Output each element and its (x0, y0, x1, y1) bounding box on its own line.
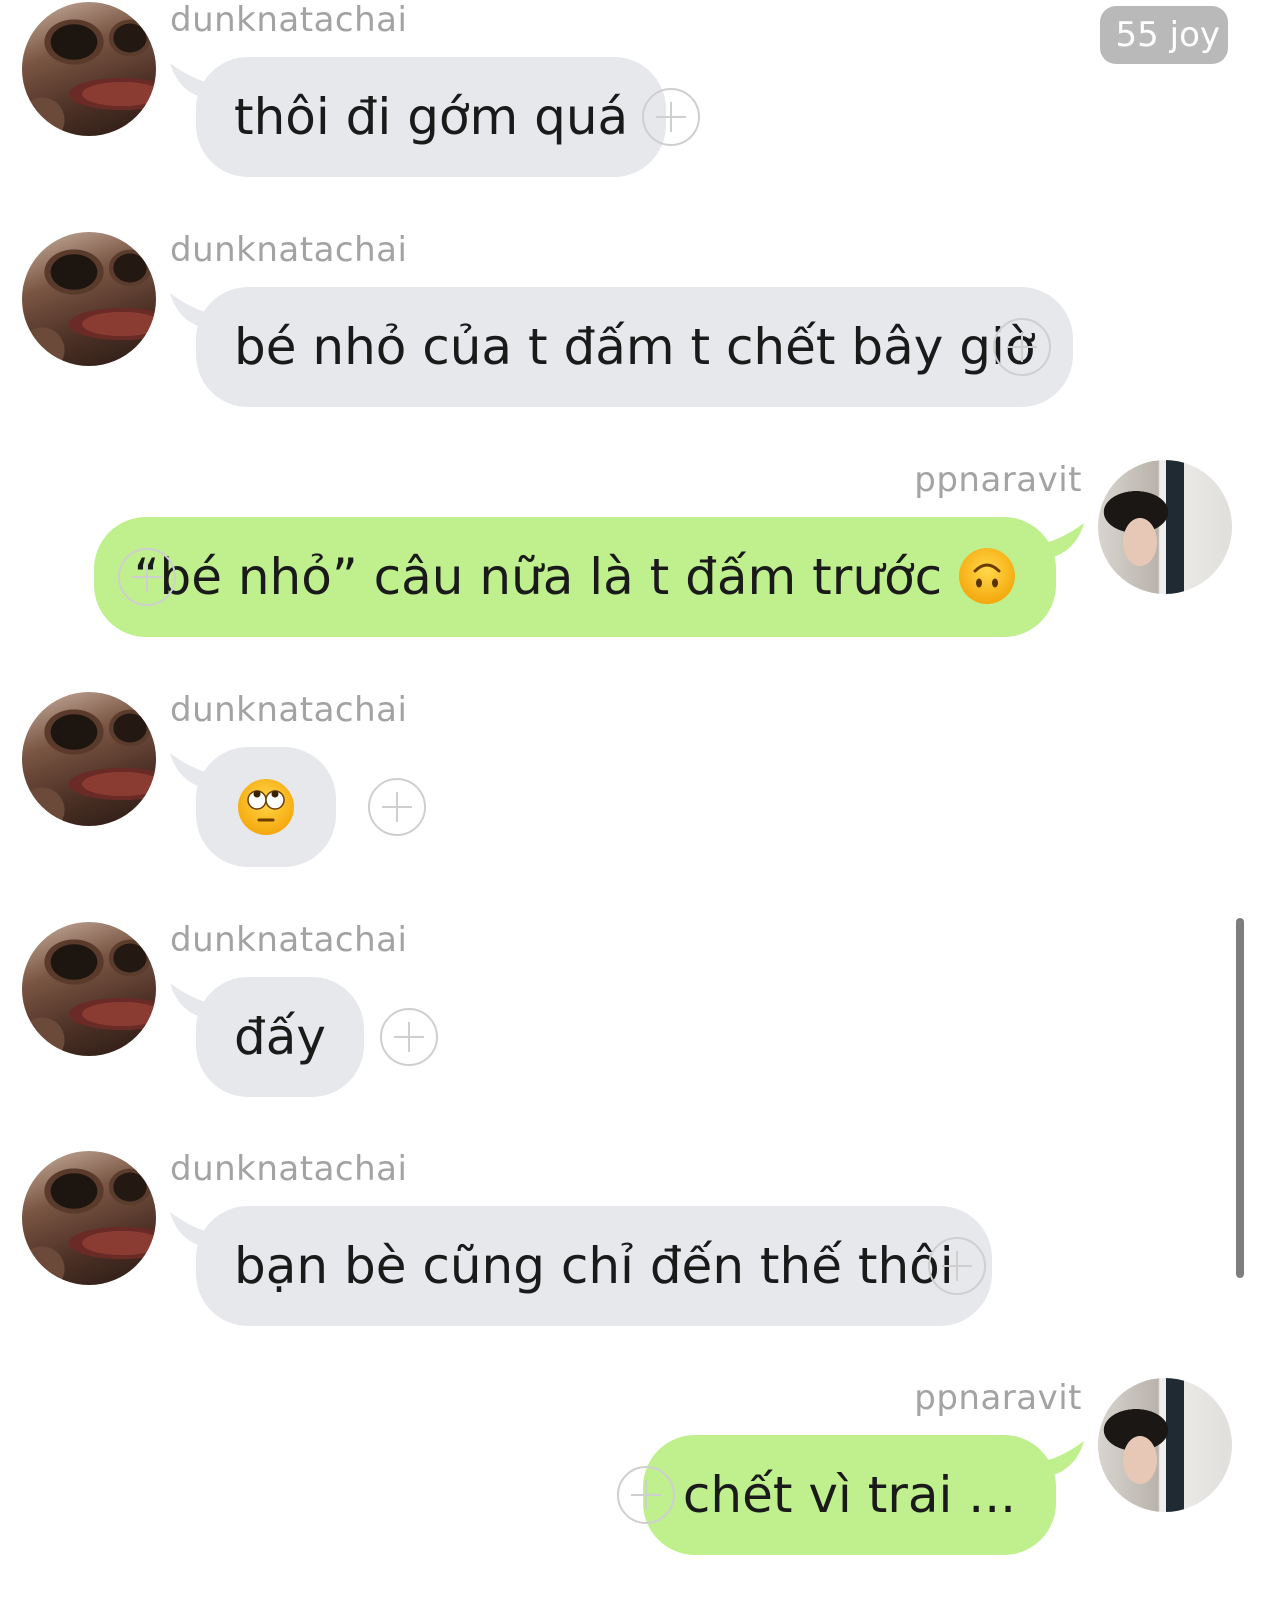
message-text: chết vì trai ... (682, 1466, 1016, 1524)
message-bubble[interactable]: đấy (196, 977, 364, 1097)
add-reaction-button[interactable] (617, 1466, 675, 1524)
eye-roll-face-icon (238, 779, 294, 835)
avatar-dunknatachai[interactable] (22, 1151, 156, 1285)
message-bubble[interactable]: bé nhỏ của t đấm t chết bây giờ (196, 287, 1074, 407)
message-text: bạn bè cũng chỉ đến thế thôi (234, 1237, 954, 1295)
avatar-ppnaravit[interactable] (1098, 1378, 1232, 1512)
avatar-ppnaravit[interactable] (1098, 460, 1232, 594)
scrollbar[interactable] (1236, 918, 1244, 1278)
message-text: “bé nhỏ” câu nữa là t đấm trước (133, 548, 943, 606)
sender-name: dunknatachai (170, 690, 408, 730)
avatar-dunknatachai[interactable] (22, 922, 156, 1056)
upside-down-face-icon (959, 547, 1015, 604)
add-reaction-button[interactable] (368, 778, 426, 836)
message-text: thôi đi gớm quá (234, 88, 629, 146)
sender-name: ppnaravit (914, 1378, 1082, 1418)
sender-name: dunknatachai (170, 920, 408, 960)
message-text: đấy (234, 1008, 326, 1066)
unread-badge[interactable]: 55 joy (1099, 6, 1228, 64)
add-reaction-button[interactable] (928, 1237, 986, 1295)
add-reaction-button[interactable] (118, 548, 176, 606)
avatar-dunknatachai[interactable] (22, 2, 156, 136)
avatar-dunknatachai[interactable] (22, 692, 156, 826)
message-text: bé nhỏ của t đấm t chết bây giờ (234, 318, 1036, 376)
message-bubble[interactable]: thôi đi gớm quá (196, 57, 667, 177)
avatar-dunknatachai[interactable] (22, 232, 156, 366)
add-reaction-button[interactable] (380, 1008, 438, 1066)
sender-name: dunknatachai (170, 1149, 408, 1189)
sender-name: ppnaravit (914, 460, 1082, 500)
message-bubble[interactable]: “bé nhỏ” câu nữa là t đấm trước (93, 517, 1056, 637)
sender-name: dunknatachai (170, 230, 408, 270)
message-bubble[interactable]: chết vì trai ... (642, 1435, 1056, 1555)
add-reaction-button[interactable] (642, 88, 700, 146)
message-bubble[interactable]: bạn bè cũng chỉ đến thế thôi (196, 1206, 992, 1326)
add-reaction-button[interactable] (993, 318, 1051, 376)
message-bubble[interactable] (196, 747, 336, 867)
sender-name: dunknatachai (170, 0, 408, 40)
